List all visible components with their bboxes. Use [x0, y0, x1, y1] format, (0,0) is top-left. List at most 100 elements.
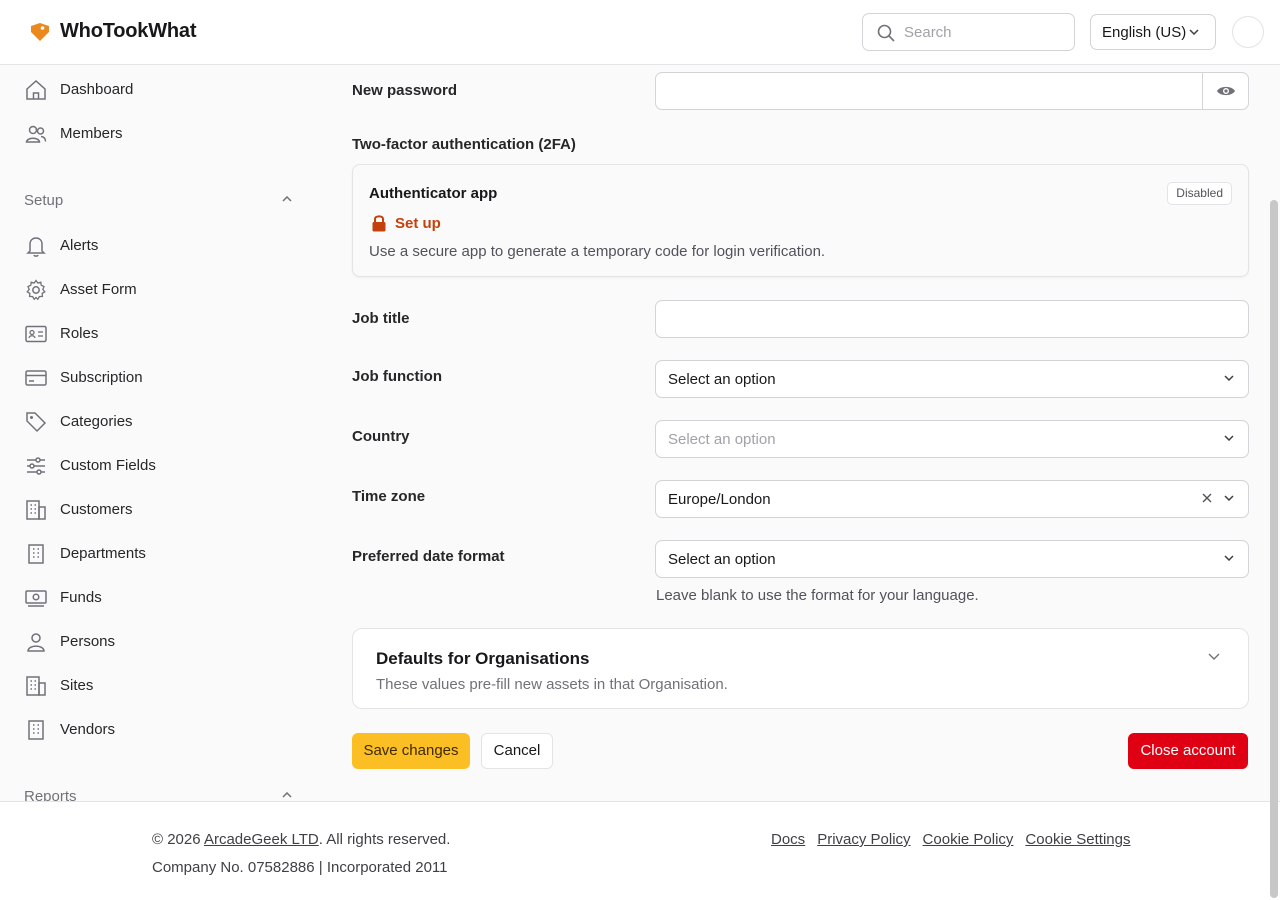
top-bar: WhoTookWhat Search English (US) — [0, 0, 1280, 65]
sidebar-item-label: Custom Fields — [60, 457, 156, 474]
sidebar-item-roles[interactable]: Roles — [24, 319, 304, 349]
building-icon — [28, 720, 44, 740]
building-icon — [26, 676, 46, 696]
close-account-button[interactable]: Close account — [1128, 733, 1248, 769]
job-function-label: Job function — [352, 368, 442, 385]
sidebar-item-alerts[interactable]: Alerts — [24, 231, 304, 261]
footer-link-cookie-settings[interactable]: Cookie Settings — [1025, 831, 1130, 848]
chevron-down-icon — [1224, 555, 1234, 561]
date-format-select[interactable]: Select an option — [655, 540, 1249, 578]
sidebar-section-reports[interactable]: Reports — [24, 785, 296, 801]
footer-link-privacy[interactable]: Privacy Policy — [817, 831, 910, 848]
search-placeholder: Search — [904, 24, 952, 41]
search-input[interactable]: Search — [862, 13, 1075, 51]
building-icon — [26, 500, 46, 520]
building-icon — [28, 544, 44, 564]
defaults-accordion[interactable]: Defaults for Organisations These values … — [352, 628, 1249, 709]
company-info: Company No. 07582886 | Incorporated 2011 — [152, 859, 448, 876]
save-button[interactable]: Save changes — [352, 733, 470, 769]
sidebar-item-subscription[interactable]: Subscription — [24, 363, 304, 393]
section-title: Reports — [24, 788, 77, 801]
section-title: Setup — [24, 192, 64, 209]
sidebar-item-label: Roles — [60, 325, 99, 342]
sidebar-item-customers[interactable]: Customers — [24, 495, 304, 525]
sidebar-item-label: Persons — [60, 633, 116, 650]
sidebar-item-label: Subscription — [60, 369, 143, 386]
sidebar-item-label: Asset Form — [60, 281, 137, 298]
footer-link-cookie-policy[interactable]: Cookie Policy — [923, 831, 1014, 848]
bell-icon — [26, 237, 46, 257]
money-icon — [25, 590, 47, 607]
sidebar-item-vendors[interactable]: Vendors — [24, 715, 304, 745]
footer: © 2026 ArcadeGeek LTD. All rights reserv… — [0, 801, 1280, 900]
twofa-card: Authenticator app Disabled Set up Use a … — [352, 164, 1249, 277]
defaults-description: These values pre-fill new assets in that… — [376, 676, 728, 693]
chevron-down-icon — [1224, 435, 1234, 441]
users-icon — [25, 125, 47, 143]
tag-icon — [26, 412, 47, 433]
date-format-label: Preferred date format — [352, 548, 505, 565]
person-icon — [27, 633, 45, 652]
language-select[interactable]: English (US) — [1090, 14, 1216, 50]
footer-links: Docs Privacy Policy Cookie Policy Cookie Se… — [771, 831, 1142, 848]
chevron-down-icon — [1189, 29, 1199, 35]
chevron-down-icon — [1224, 375, 1234, 381]
twofa-description: Use a secure app to generate a temporary… — [369, 243, 826, 260]
chevron-up-icon — [282, 196, 292, 202]
twofa-label: Two-factor authentication (2FA) — [352, 136, 576, 153]
job-function-value: Select an option — [668, 371, 776, 388]
language-value: English (US) — [1102, 24, 1187, 41]
sidebar-item-label: Members — [60, 125, 123, 142]
country-placeholder: Select an option — [668, 431, 776, 448]
scrollbar[interactable] — [1270, 200, 1278, 898]
sidebar-item-custom-fields[interactable]: Custom Fields — [24, 451, 304, 481]
chevron-up-icon — [282, 792, 292, 798]
id-card-icon — [25, 325, 47, 343]
copyright-prefix: © 2026 — [152, 831, 204, 848]
new-password-input[interactable] — [655, 72, 1249, 110]
timezone-select[interactable]: Europe/London — [655, 480, 1249, 518]
toggle-password-visibility-button[interactable] — [1202, 73, 1248, 109]
gear-icon — [26, 279, 46, 301]
sidebar-item-label: Vendors — [60, 721, 116, 738]
sidebar-item-sites[interactable]: Sites — [24, 671, 304, 701]
sidebar-item-funds[interactable]: Funds — [24, 583, 304, 613]
company-link[interactable]: ArcadeGeek LTD — [204, 831, 319, 848]
sidebar-section-setup[interactable]: Setup — [24, 189, 296, 213]
sidebar-item-members[interactable]: Members — [24, 119, 304, 149]
sidebar-item-label: Sites — [60, 677, 94, 694]
twofa-title: Authenticator app — [369, 185, 498, 202]
logo-icon — [31, 23, 49, 41]
country-label: Country — [352, 428, 410, 445]
country-select[interactable]: Select an option — [655, 420, 1249, 458]
sidebar-item-categories[interactable]: Categories — [24, 407, 304, 437]
sidebar-item-asset-form[interactable]: Asset Form — [24, 275, 304, 305]
sidebar-item-departments[interactable]: Departments — [24, 539, 304, 569]
sidebar: Dashboard Members Setup Alerts Asset For… — [0, 65, 320, 801]
timezone-label: Time zone — [352, 488, 426, 505]
defaults-title: Defaults for Organisations — [376, 649, 590, 668]
sidebar-item-label: Customers — [60, 501, 133, 518]
copyright-suffix: . All rights reserved. — [318, 831, 451, 848]
eye-icon — [1217, 86, 1235, 96]
sliders-icon — [27, 457, 45, 475]
chevron-down-icon — [1208, 653, 1220, 660]
footer-link-docs[interactable]: Docs — [771, 831, 805, 848]
avatar[interactable] — [1232, 16, 1264, 48]
setup-link-label: Set up — [395, 215, 441, 232]
chevron-down-icon — [1224, 495, 1234, 501]
lock-icon — [372, 215, 386, 232]
job-function-select[interactable]: Select an option — [655, 360, 1249, 398]
sidebar-item-label: Departments — [60, 545, 146, 562]
sidebar-item-label: Funds — [60, 589, 102, 606]
job-title-input[interactable] — [655, 300, 1249, 338]
cancel-button[interactable]: Cancel — [481, 733, 553, 769]
sidebar-item-dashboard[interactable]: Dashboard — [24, 75, 304, 105]
sidebar-item-persons[interactable]: Persons — [24, 627, 304, 657]
date-format-hint: Leave blank to use the format for your l… — [656, 587, 979, 604]
date-format-value: Select an option — [668, 551, 776, 568]
clear-icon[interactable] — [1202, 493, 1212, 503]
sidebar-item-label: Dashboard — [60, 81, 134, 98]
new-password-label: New password — [352, 82, 458, 99]
brand-name[interactable]: WhoTookWhat — [60, 20, 196, 43]
